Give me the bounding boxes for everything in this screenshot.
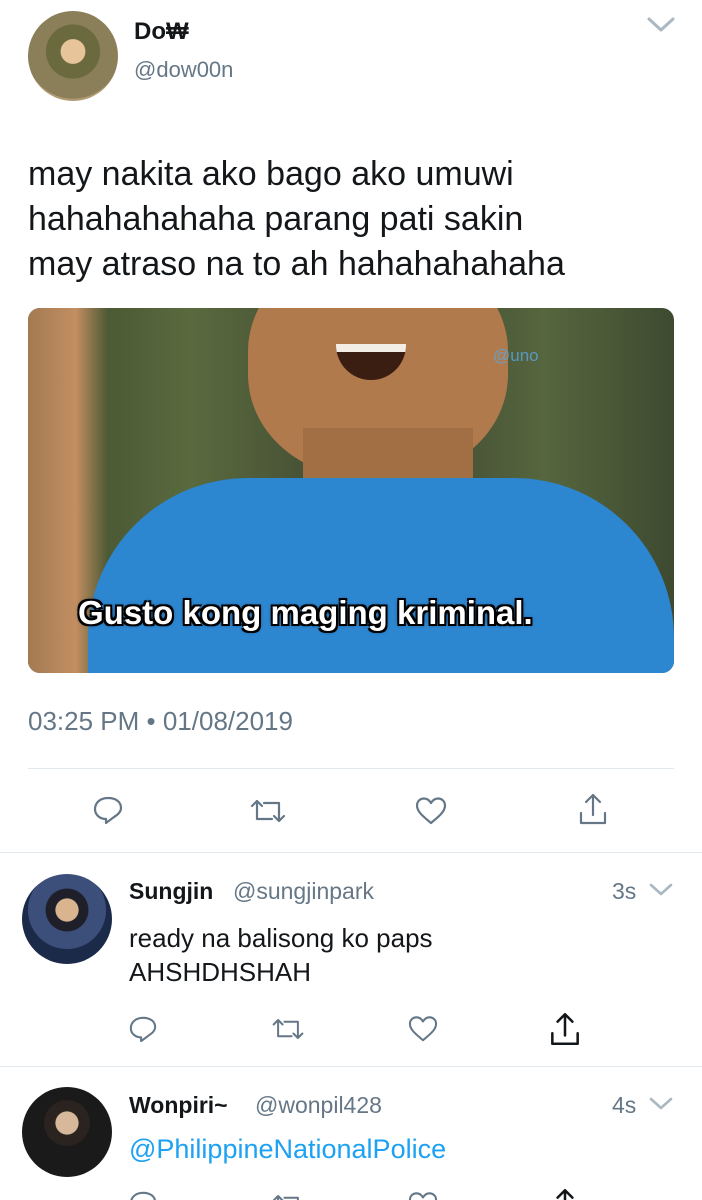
divider: [0, 1066, 702, 1067]
retweet-icon[interactable]: [270, 1192, 306, 1200]
tweet-timestamp: 03:25 PM • 01/08/2019: [28, 706, 293, 736]
reply-icon[interactable]: [128, 1015, 158, 1043]
retweet-icon[interactable]: [248, 797, 288, 825]
reply-author-handle[interactable]: @wonpil428: [255, 1092, 382, 1119]
divider: [28, 768, 674, 769]
like-icon[interactable]: [407, 1015, 439, 1043]
media-watermark: @uno: [493, 346, 539, 365]
tweet-text-line: may nakita ako bago ako umuwi: [28, 155, 514, 193]
reply-time: 3s: [612, 878, 637, 904]
retweet-icon[interactable]: [270, 1016, 306, 1042]
chevron-down-icon[interactable]: [645, 14, 677, 36]
chevron-down-icon[interactable]: [648, 1095, 674, 1113]
tweet-text-line: hahahahahaha parang pati sakin: [28, 200, 524, 238]
reply-text-line: AHSHDHSHAH: [129, 957, 312, 987]
share-icon[interactable]: [576, 791, 610, 827]
tweet-text: may nakita ako bago ako umuwi hahahahaha…: [28, 152, 565, 287]
reply-text: ready na balisong ko paps AHSHDHSHAH: [129, 921, 433, 989]
like-icon[interactable]: [414, 796, 448, 826]
divider: [0, 852, 702, 853]
reply-author-name[interactable]: Wonpiri~: [129, 1092, 228, 1119]
tweet-media-image[interactable]: @uno Gusto kong maging kriminal.: [28, 308, 674, 673]
media-caption: Gusto kong maging kriminal.: [78, 594, 533, 631]
photo-shirt: [88, 478, 674, 673]
reply-text-line: ready na balisong ko paps: [129, 923, 433, 953]
author-name[interactable]: Do₩: [134, 18, 189, 46]
reply-author-handle[interactable]: @sungjinpark: [233, 878, 374, 905]
author-avatar[interactable]: [28, 11, 118, 101]
author-handle[interactable]: @dow00n: [134, 57, 233, 83]
reply-icon[interactable]: [128, 1190, 158, 1200]
reply-time: 4s: [612, 1092, 637, 1118]
share-icon[interactable]: [547, 1010, 583, 1048]
reply-icon[interactable]: [92, 795, 124, 825]
reply-avatar[interactable]: [22, 1087, 112, 1177]
reply-actions-partial: [0, 1186, 702, 1200]
reply-author-name[interactable]: Sungjin: [129, 878, 213, 905]
like-icon[interactable]: [407, 1191, 439, 1200]
chevron-down-icon[interactable]: [648, 881, 674, 899]
share-icon[interactable]: [547, 1186, 583, 1200]
reply-mention-link[interactable]: @PhilippineNationalPolice: [129, 1134, 446, 1165]
tweet-text-line: may atraso na to ah hahahahahaha: [28, 245, 565, 283]
reply-avatar[interactable]: [22, 874, 112, 964]
